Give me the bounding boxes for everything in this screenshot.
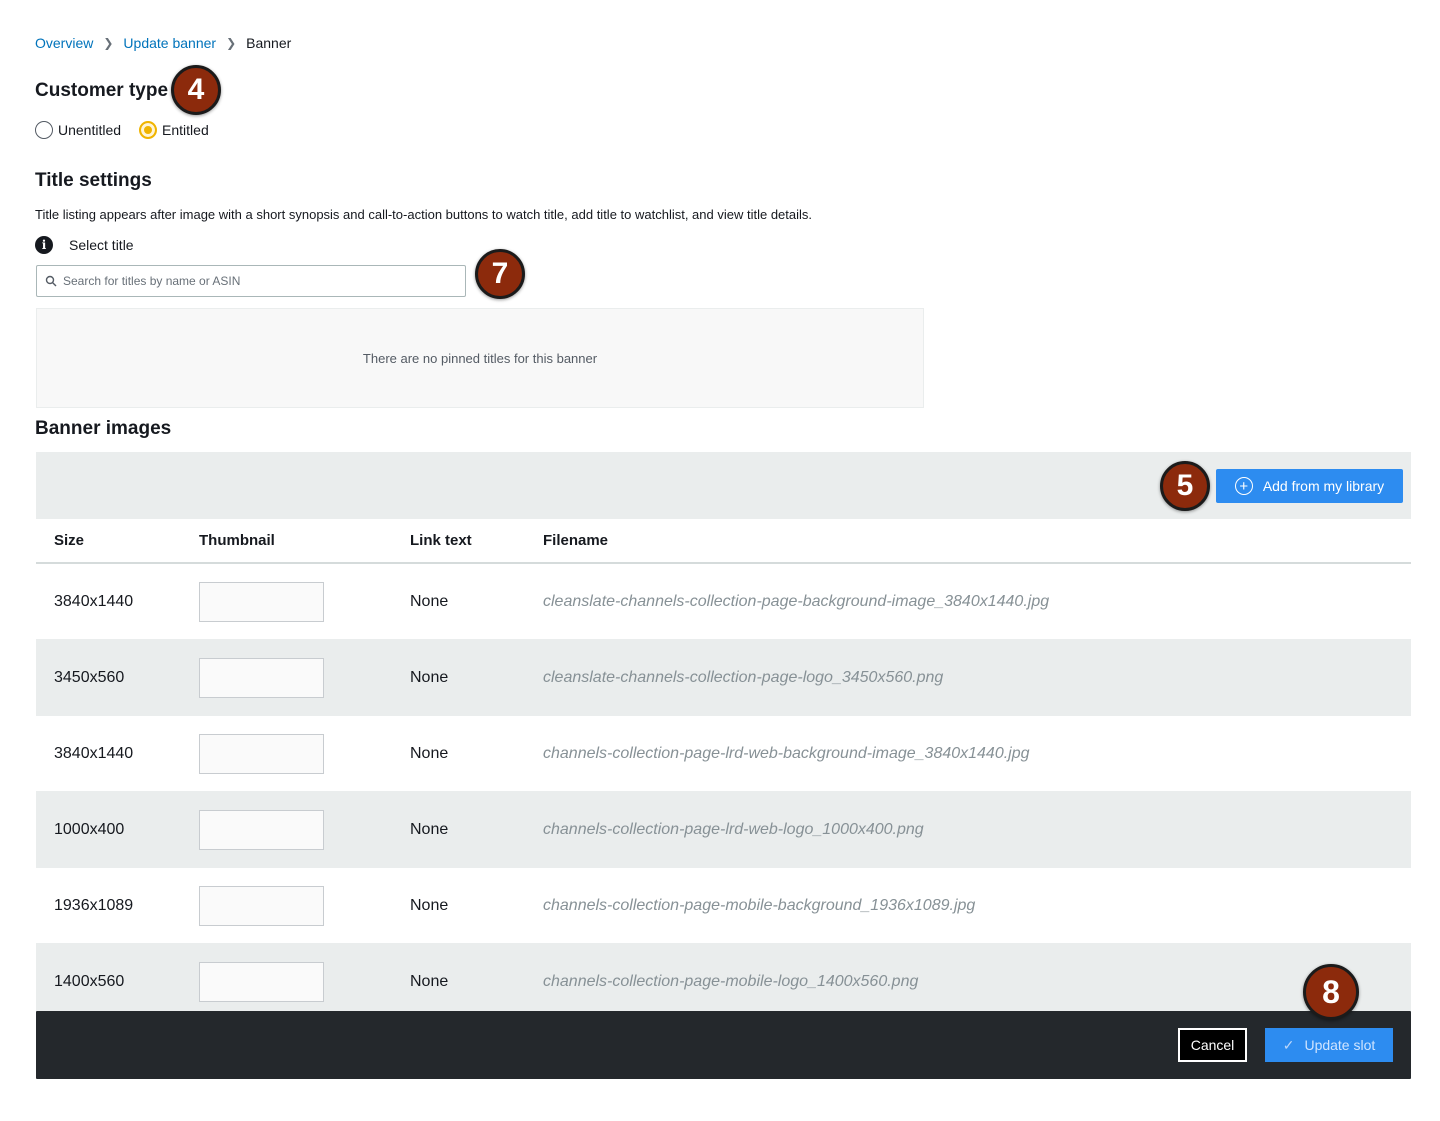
cell-filename: channels-collection-page-mobile-logo_140… [543, 972, 919, 990]
cell-size: 1936x1089 [54, 896, 134, 914]
cell-filename: channels-collection-page-mobile-backgrou… [543, 896, 976, 914]
thumbnail-placeholder[interactable] [199, 961, 324, 1002]
thumbnail-placeholder[interactable] [199, 885, 324, 926]
column-header-thumbnail[interactable]: Thumbnail [199, 532, 410, 549]
radio-unentitled[interactable]: Unentitled [35, 121, 121, 139]
thumbnail-placeholder[interactable] [199, 809, 324, 850]
table-row[interactable]: 1400x560 None channels-collection-page-m… [36, 944, 1411, 1020]
cell-thumbnail [199, 581, 410, 622]
cell-size: 1400x560 [54, 972, 125, 990]
title-search-input[interactable] [63, 274, 453, 288]
banner-images-table: + Add from my library Size Thumbnail Lin… [36, 452, 1411, 1020]
customer-type-heading: Customer type [35, 80, 169, 101]
radio-entitled-label: Entitled [162, 122, 209, 138]
chevron-right-icon: ❯ [226, 36, 237, 50]
chevron-right-icon: ❯ [103, 36, 114, 50]
table-row[interactable]: 3840x1440 None cleanslate-channels-colle… [36, 564, 1411, 640]
cell-size: 3450x560 [54, 668, 125, 686]
column-header-size[interactable]: Size [36, 532, 199, 549]
banner-images-heading: Banner images [35, 418, 172, 439]
customer-type-radio-group: Unentitled Entitled [35, 121, 209, 139]
cell-filename: cleanslate-channels-collection-page-back… [543, 592, 1050, 610]
step-badge-search: 7 [475, 249, 525, 299]
breadcrumb: Overview ❯ Update banner ❯ Banner [35, 35, 291, 51]
title-settings-description: Title listing appears after image with a… [35, 207, 813, 222]
step-badge-update: 8 [1303, 964, 1359, 1020]
table-header: Size Thumbnail Link text Filename [36, 519, 1411, 564]
cell-filename: channels-collection-page-lrd-web-logo_10… [543, 820, 924, 838]
column-header-link-text[interactable]: Link text [410, 532, 543, 549]
cell-size: 3840x1440 [54, 592, 134, 610]
select-title-label: Select title [69, 237, 134, 253]
add-from-library-button[interactable]: + Add from my library [1216, 469, 1403, 503]
step-badge-add-library: 5 [1160, 461, 1210, 511]
cell-link-text: None [410, 820, 449, 838]
thumbnail-placeholder[interactable] [199, 581, 324, 622]
title-search-field[interactable] [36, 265, 466, 297]
column-header-filename[interactable]: Filename [543, 532, 1411, 549]
empty-state-message: There are no pinned titles for this bann… [362, 350, 598, 366]
update-slot-label: Update slot [1304, 1037, 1376, 1053]
thumbnail-placeholder[interactable] [199, 733, 324, 774]
select-title-label-row: i Select title [35, 236, 134, 254]
cell-size: 1000x400 [54, 820, 125, 838]
table-row[interactable]: 3450x560 None cleanslate-channels-collec… [36, 640, 1411, 716]
radio-unentitled-label: Unentitled [58, 122, 122, 138]
cancel-button[interactable]: Cancel [1178, 1028, 1247, 1062]
cell-thumbnail [199, 885, 410, 926]
table-row[interactable]: 1936x1089 None channels-collection-page-… [36, 868, 1411, 944]
cell-link-text: None [410, 744, 449, 762]
radio-entitled[interactable]: Entitled [139, 121, 209, 139]
cell-link-text: None [410, 896, 449, 914]
table-row[interactable]: 1000x400 None channels-collection-page-l… [36, 792, 1411, 868]
cell-thumbnail [199, 961, 410, 1002]
radio-unselected-icon[interactable] [35, 121, 53, 139]
cell-thumbnail [199, 733, 410, 774]
update-slot-button[interactable]: ✓ Update slot [1265, 1028, 1393, 1062]
breadcrumb-update-banner[interactable]: Update banner [123, 35, 216, 51]
cell-filename: channels-collection-page-lrd-web-backgro… [543, 744, 1030, 762]
radio-selected-icon[interactable] [139, 121, 158, 139]
cell-link-text: None [410, 668, 449, 686]
cell-filename: cleanslate-channels-collection-page-logo… [543, 668, 944, 686]
cell-size: 3840x1440 [54, 744, 134, 762]
thumbnail-placeholder[interactable] [199, 657, 324, 698]
cell-thumbnail [199, 657, 410, 698]
add-from-library-label: Add from my library [1262, 478, 1385, 494]
cell-link-text: None [410, 592, 449, 610]
title-settings-heading: Title settings [35, 170, 152, 191]
cell-link-text: None [410, 972, 449, 990]
check-icon: ✓ [1282, 1036, 1295, 1053]
breadcrumb-overview[interactable]: Overview [35, 35, 93, 51]
action-footer-bar: Cancel ✓ Update slot [36, 1011, 1411, 1079]
cell-thumbnail [199, 809, 410, 850]
breadcrumb-current: Banner [246, 35, 292, 51]
table-row[interactable]: 3840x1440 None channels-collection-page-… [36, 716, 1411, 792]
pinned-titles-empty-state: There are no pinned titles for this bann… [36, 308, 924, 408]
plus-circle-icon: + [1234, 477, 1253, 495]
info-icon[interactable]: i [35, 236, 53, 254]
step-badge-customer-type: 4 [171, 65, 221, 115]
search-icon [45, 275, 57, 287]
